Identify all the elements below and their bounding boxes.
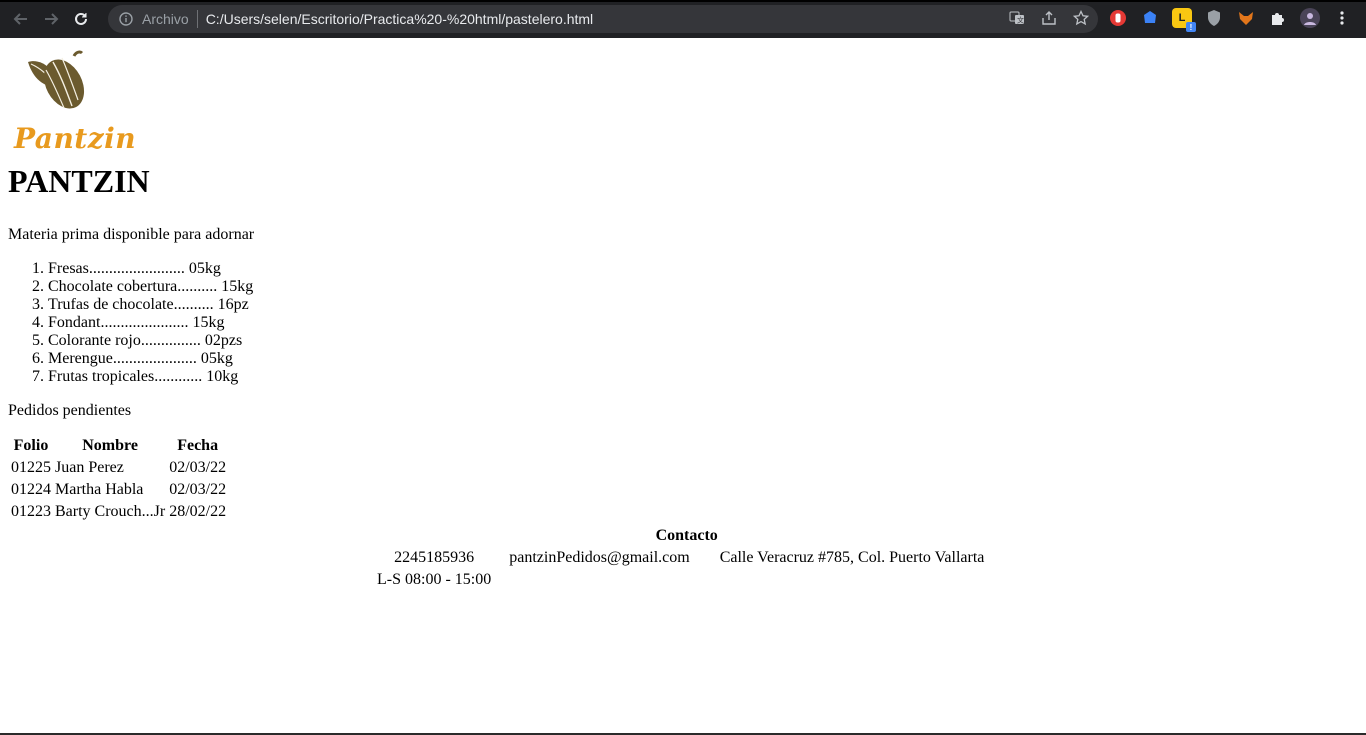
back-button[interactable]	[9, 7, 33, 31]
translate-icon[interactable]: 文	[1008, 9, 1026, 27]
empty-cell	[495, 570, 703, 590]
pantzin-logo: Pantzin	[6, 48, 136, 155]
address-divider	[196, 10, 198, 28]
cell-folio: 01223	[11, 503, 51, 520]
bluebird-extension-icon[interactable]	[1140, 8, 1160, 28]
table-header-row: Folio Nombre Fecha	[10, 436, 227, 456]
cell-folio: 01224	[11, 481, 51, 498]
table-row: 01224 Martha Habla 02/03/22	[10, 480, 227, 500]
materia-intro: Materia prima disponible para adornar	[8, 226, 255, 243]
contact-row: L-S 08:00 - 15:00	[375, 570, 998, 590]
page-heading: PANTZIN	[8, 163, 150, 199]
cacao-pod-icon	[28, 50, 85, 109]
list-item: Fondant...................... 15kg	[48, 314, 253, 332]
table-row: 01225 Juan Perez 02/03/22	[10, 458, 227, 478]
cell-nombre: Martha Habla	[55, 481, 144, 498]
contact-email: pantzinPedidos@gmail.com	[509, 549, 690, 566]
list-item: Trufas de chocolate.......... 16pz	[48, 296, 253, 314]
cell-nombre: Barty Crouch...Jr	[55, 503, 166, 520]
url-text[interactable]: C:/Users/selen/Escritorio/Practica%20-%2…	[206, 11, 593, 27]
list-item: Colorante rojo............... 02pzs	[48, 332, 253, 350]
cell-fecha: 02/03/22	[169, 459, 227, 476]
menu-kebab-icon[interactable]	[1332, 8, 1352, 28]
contact-table: Contacto 2245185936 pantzinPedidos@gmail…	[373, 524, 1000, 592]
contact-hours: L-S 08:00 - 15:00	[377, 571, 492, 588]
forward-button[interactable]	[39, 7, 63, 31]
puzzle-extensions-icon[interactable]	[1268, 8, 1288, 28]
reload-icon	[75, 12, 87, 25]
window-top-edge	[0, 0, 1366, 2]
contact-header-row: Contacto	[375, 526, 998, 546]
cell-nombre: Juan Perez	[55, 459, 124, 476]
pending-orders-title: Pedidos pendientes	[8, 402, 132, 419]
column-header-folio: Folio	[13, 437, 49, 454]
cell-fecha: 02/03/22	[169, 481, 227, 498]
reload-button[interactable]	[69, 7, 93, 31]
arrow-right-icon	[45, 13, 59, 25]
browser-toolbar: Archivo C:/Users/selen/Escritorio/Practi…	[0, 0, 1366, 38]
arrow-left-icon	[13, 13, 27, 25]
adblock-extension-icon[interactable]	[1108, 8, 1128, 28]
extension-badge-icon: !	[1186, 22, 1196, 32]
share-icon[interactable]	[1040, 9, 1058, 27]
contact-row: 2245185936 pantzinPedidos@gmail.com Call…	[375, 548, 998, 568]
profile-avatar[interactable]	[1300, 8, 1320, 28]
table-row: 01223 Barty Crouch...Jr 28/02/22	[10, 502, 227, 522]
list-item: Chocolate cobertura.......... 15kg	[48, 278, 253, 296]
page-content: Pantzin PANTZIN Materia prima disponible…	[0, 38, 1366, 733]
file-scheme-label: Archivo	[142, 11, 189, 27]
notes-extension-icon[interactable]: L!	[1172, 8, 1196, 32]
extensions-bar: L!	[1108, 8, 1352, 32]
column-header-fecha: Fecha	[177, 437, 219, 454]
contact-phone: 2245185936	[394, 549, 475, 566]
list-item: Frutas tropicales............ 10kg	[48, 368, 253, 386]
info-icon[interactable]	[118, 11, 134, 27]
orders-table: Folio Nombre Fecha 01225 Juan Perez 02/0…	[8, 434, 229, 524]
bookmark-star-icon[interactable]	[1072, 9, 1090, 27]
list-item: Merengue..................... 05kg	[48, 350, 253, 368]
svg-text:文: 文	[1017, 16, 1024, 25]
shield-extension-icon[interactable]	[1204, 8, 1224, 28]
logo-wordmark: Pantzin	[14, 122, 137, 155]
fox-extension-icon[interactable]	[1236, 8, 1256, 28]
contact-address: Calle Veracruz #785, Col. Puerto Vallart…	[719, 549, 985, 566]
cell-folio: 01225	[11, 459, 51, 476]
materia-list: Fresas........................ 05kg Choc…	[8, 260, 253, 386]
contact-title: Contacto	[655, 527, 718, 544]
address-bar[interactable]: Archivo C:/Users/selen/Escritorio/Practi…	[108, 5, 1098, 33]
address-actions: 文	[1008, 9, 1090, 27]
cell-fecha: 28/02/22	[169, 503, 227, 520]
empty-cell	[706, 570, 999, 590]
list-item: Fresas........................ 05kg	[48, 260, 253, 278]
column-header-nombre: Nombre	[82, 437, 138, 454]
